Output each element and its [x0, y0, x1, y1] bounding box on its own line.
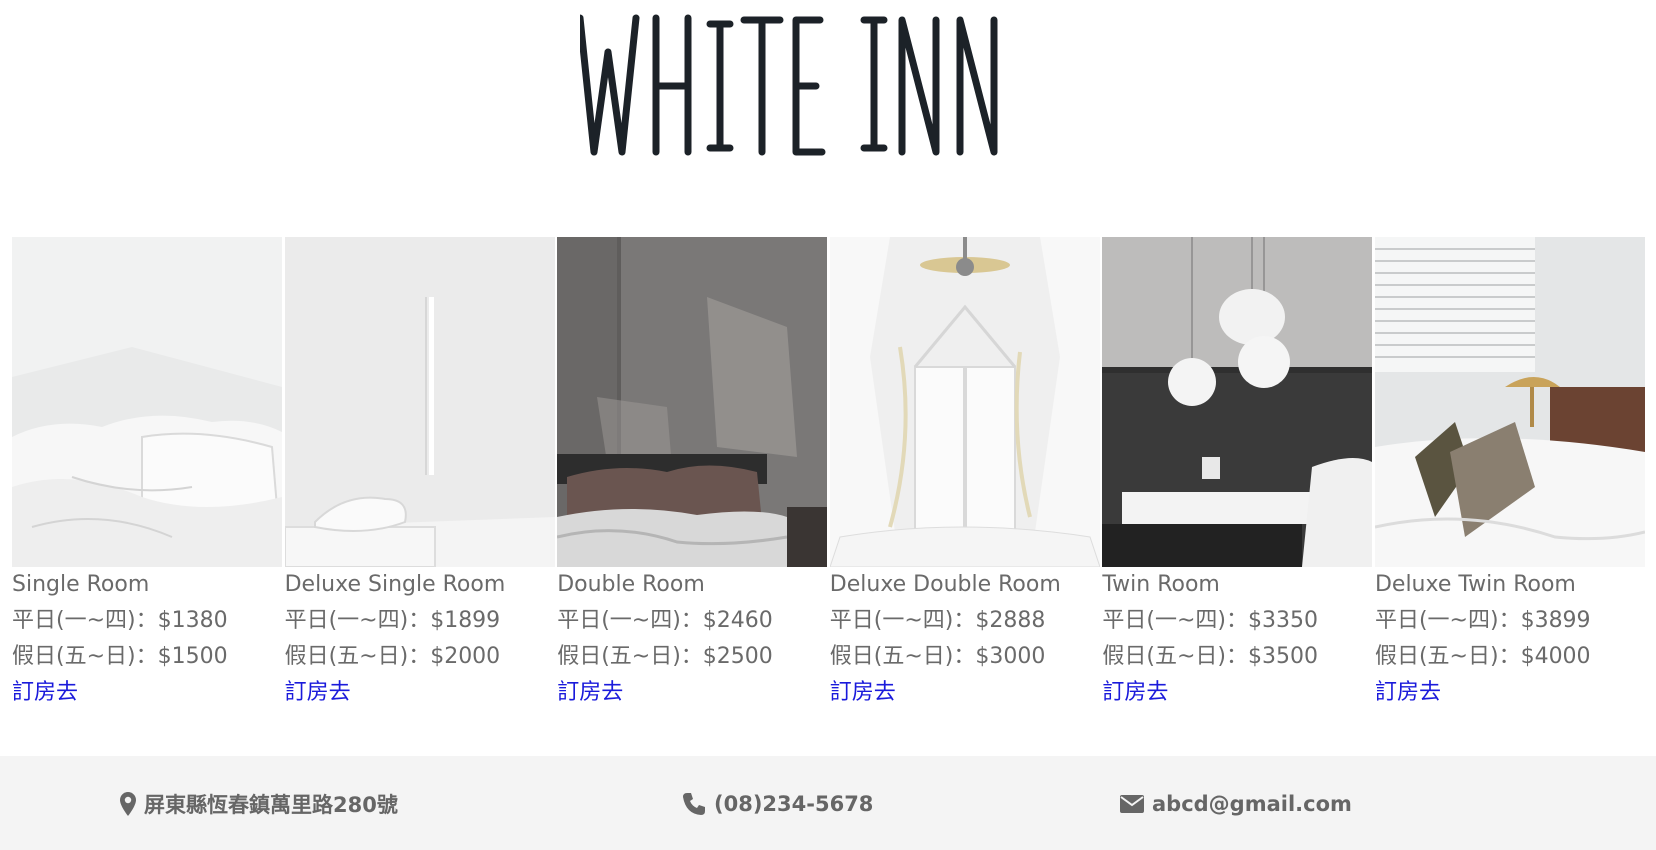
- book-room-link[interactable]: 訂房去: [1102, 675, 1168, 711]
- room-photo: [829, 237, 1100, 567]
- book-room-link[interactable]: 訂房去: [285, 675, 351, 711]
- weekend-price: 假日(五~日)：$2000: [284, 644, 501, 669]
- weekend-price: 假日(五~日)：$3000: [829, 644, 1046, 669]
- room-card: Double Room 平日(一~四)：$2460 假日(五~日)：$2500 …: [557, 237, 830, 717]
- footer-address: 屏東縣恆春鎮萬里路280號: [120, 789, 398, 819]
- book-room-link[interactable]: 訂房去: [1375, 675, 1441, 711]
- address-text: 屏東縣恆春鎮萬里路280號: [144, 793, 398, 817]
- site-header: [0, 0, 1656, 237]
- envelope-icon: [1120, 795, 1144, 813]
- room-name: Deluxe Double Room: [829, 572, 1061, 597]
- weekday-price: 平日(一~四)：$1380: [12, 608, 228, 633]
- room-list: Single Room 平日(一~四)：$1380 假日(五~日)：$1500 …: [12, 237, 1648, 717]
- phone-text[interactable]: (08)234-5678: [714, 792, 873, 816]
- footer-email: abcd@gmail.com: [1120, 789, 1352, 819]
- room-card: Twin Room 平日(一~四)：$3350 假日(五~日)：$3500 訂房…: [1102, 237, 1375, 717]
- weekday-price: 平日(一~四)：$3350: [1102, 608, 1318, 633]
- room-photo: [284, 237, 555, 567]
- weekend-price: 假日(五~日)：$4000: [1374, 644, 1591, 669]
- room-name: Single Room: [12, 572, 150, 597]
- weekday-price: 平日(一~四)：$1899: [284, 608, 501, 633]
- weekday-price: 平日(一~四)：$2460: [557, 608, 773, 633]
- room-name: Deluxe Twin Room: [1374, 572, 1576, 597]
- footer-phone: (08)234-5678: [682, 789, 873, 819]
- weekday-price: 平日(一~四)：$2888: [829, 608, 1046, 633]
- room-card: Deluxe Double Room 平日(一~四)：$2888 假日(五~日)…: [829, 237, 1103, 717]
- book-room-link[interactable]: 訂房去: [557, 675, 623, 711]
- room-name: Twin Room: [1102, 572, 1220, 597]
- room-name: Double Room: [557, 572, 705, 597]
- book-room-link[interactable]: 訂房去: [12, 675, 78, 711]
- room-card: Deluxe Twin Room 平日(一~四)：$3899 假日(五~日)：$…: [1374, 237, 1648, 717]
- logo[interactable]: [580, 12, 1080, 162]
- room-card: Single Room 平日(一~四)：$1380 假日(五~日)：$1500 …: [12, 237, 285, 717]
- room-photo: [1102, 237, 1373, 567]
- site-footer: 屏東縣恆春鎮萬里路280號 (08)234-5678 abcd@gmail.co…: [0, 756, 1656, 850]
- phone-icon: [683, 793, 705, 815]
- room-photo: [1374, 237, 1645, 567]
- room-photo: [557, 237, 828, 567]
- weekend-price: 假日(五~日)：$2500: [557, 644, 773, 669]
- room-photo: [12, 237, 282, 567]
- weekend-price: 假日(五~日)：$1500: [12, 644, 228, 669]
- weekday-price: 平日(一~四)：$3899: [1374, 608, 1591, 633]
- room-name: Deluxe Single Room: [284, 572, 506, 597]
- map-marker-icon: [120, 792, 136, 816]
- room-card: Deluxe Single Room 平日(一~四)：$1899 假日(五~日)…: [284, 237, 558, 717]
- book-room-link[interactable]: 訂房去: [830, 675, 896, 711]
- email-text[interactable]: abcd@gmail.com: [1152, 792, 1352, 816]
- weekend-price: 假日(五~日)：$3500: [1102, 644, 1318, 669]
